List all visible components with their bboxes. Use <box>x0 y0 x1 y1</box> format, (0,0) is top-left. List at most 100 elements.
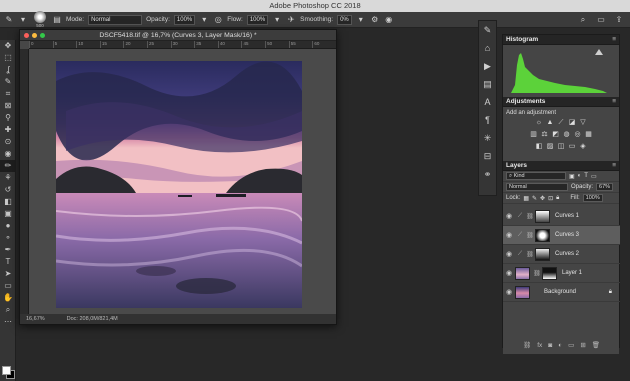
visibility-eye-icon[interactable]: ◉ <box>503 288 515 296</box>
tool-presets-icon[interactable]: ✳ <box>479 129 496 147</box>
threshold-icon[interactable]: ◫ <box>557 142 566 151</box>
blur-tool-icon[interactable]: ● <box>0 220 16 232</box>
layer-row[interactable]: ◉ ⟋ ⛓ Curves 3 <box>503 226 620 245</box>
vibrance-icon[interactable]: ▽ <box>579 118 588 127</box>
chain-link-icon[interactable]: ⛓ <box>525 232 535 239</box>
zoom-level[interactable]: 16,67% <box>26 314 45 324</box>
delete-layer-icon[interactable]: 🗑︎ <box>592 341 600 351</box>
add-mask-icon[interactable]: ◙ <box>548 341 552 351</box>
chevron-down-icon[interactable]: ▾ <box>18 15 28 25</box>
layer-thumbnail[interactable] <box>515 285 530 299</box>
actions-panel-icon[interactable]: ▶ <box>479 57 496 75</box>
new-adjustment-icon[interactable]: ◐ <box>558 341 562 351</box>
chain-link-icon[interactable]: ⛓ <box>525 213 535 220</box>
exposure-icon[interactable]: ◪ <box>568 118 577 127</box>
character-panel-icon[interactable]: A <box>479 93 496 111</box>
panel-menu-icon[interactable]: ≡ <box>612 35 616 45</box>
visibility-eye-icon[interactable]: ◉ <box>503 250 515 258</box>
visibility-eye-icon[interactable]: ◉ <box>503 269 515 277</box>
posterize-icon[interactable]: ▨ <box>546 142 555 151</box>
paths-panel-icon[interactable]: ⚭ <box>479 165 496 183</box>
layer-mask-thumbnail[interactable] <box>535 228 550 242</box>
layer-row[interactable]: ◉ ⟋ ⛓ Curves 2 <box>503 245 620 264</box>
marquee-tool-icon[interactable]: ⬚ <box>0 52 16 64</box>
photo-filter-icon[interactable]: ◍ <box>562 130 571 139</box>
lock-position-icon[interactable]: ✥ <box>540 195 545 202</box>
history-panel-icon[interactable]: ⌂ <box>479 39 496 57</box>
brush-tool-icon[interactable]: ✏ <box>0 160 16 172</box>
new-group-icon[interactable]: ▭ <box>568 341 574 351</box>
gear-icon[interactable]: ⚙ <box>370 15 380 25</box>
frame-tool-icon[interactable]: ⊠ <box>0 100 16 112</box>
canvas-area[interactable] <box>29 49 336 314</box>
histogram-tab[interactable]: Histogram ≡ <box>503 35 619 45</box>
clone-stamp-tool-icon[interactable]: ⚘ <box>0 172 16 184</box>
minimize-button[interactable] <box>32 33 37 38</box>
lasso-tool-icon[interactable]: ʆ <box>0 64 16 76</box>
layer-style-icon[interactable]: fx <box>537 341 542 351</box>
zoom-button[interactable] <box>40 33 45 38</box>
filter-adjustment-icon[interactable]: ◐ <box>578 173 582 179</box>
paragraph-panel-icon[interactable]: ¶ <box>479 111 496 129</box>
gradient-map-icon[interactable]: ▭ <box>568 142 577 151</box>
search-icon[interactable]: ⌕ <box>578 15 588 25</box>
eyedropper-tool-icon[interactable]: ⚲ <box>0 112 16 124</box>
pen-tool-icon[interactable]: ✒ <box>0 244 16 256</box>
filter-type-icon[interactable]: T <box>584 173 588 179</box>
workspace-icon[interactable]: ▭ <box>596 15 606 25</box>
channels-panel-icon[interactable]: ⊟ <box>479 147 496 165</box>
history-brush-tool-icon[interactable]: ↺ <box>0 184 16 196</box>
layer-mask-thumbnail[interactable] <box>535 209 550 223</box>
mode-select[interactable]: Normal <box>88 14 143 25</box>
quick-select-tool-icon[interactable]: ✎ <box>0 76 16 88</box>
layer-mask-thumbnail[interactable] <box>542 266 557 280</box>
selective-color-icon[interactable]: ◈ <box>579 142 588 151</box>
opacity-field[interactable]: 100% <box>173 14 196 25</box>
smoothing-field[interactable]: 0% <box>337 14 352 25</box>
shape-tool-icon[interactable]: ▭ <box>0 280 16 292</box>
layer-opacity-field[interactable]: 67% <box>596 183 614 191</box>
channel-mixer-icon[interactable]: ◎ <box>573 130 582 139</box>
brush-panel-icon[interactable]: ✎ <box>479 21 496 39</box>
type-tool-icon[interactable]: T <box>0 256 16 268</box>
airbrush-icon[interactable]: ✈ <box>286 15 296 25</box>
link-layers-icon[interactable]: ⛓ <box>523 341 531 351</box>
lock-artboard-icon[interactable]: ⊡ <box>548 195 553 202</box>
visibility-eye-icon[interactable]: ◉ <box>503 212 515 220</box>
crop-tool-icon[interactable]: ⌗ <box>0 88 16 100</box>
filter-pixel-icon[interactable]: ▣ <box>569 173 575 180</box>
eraser-tool-icon[interactable]: ◧ <box>0 196 16 208</box>
patch-tool-icon[interactable]: ⊙ <box>0 136 16 148</box>
layer-row[interactable]: ◉ Background 🔒︎ <box>503 283 620 302</box>
document-tab[interactable]: DSCF5418.tif @ 16,7% (Curves 3, Layer Ma… <box>20 30 336 41</box>
black-white-icon[interactable]: ◩ <box>551 130 560 139</box>
share-icon[interactable]: ⇪ <box>614 15 624 25</box>
dodge-tool-icon[interactable]: ⚬ <box>0 232 16 244</box>
panel-menu-icon[interactable]: ≡ <box>612 97 616 107</box>
layer-row[interactable]: ◉ ⛓ Layer 1 <box>503 264 620 283</box>
healing-tool-icon[interactable]: ✚ <box>0 124 16 136</box>
brush-tool-icon[interactable]: ✎ <box>4 15 14 25</box>
color-balance-icon[interactable]: ⚖ <box>540 130 549 139</box>
chain-link-icon[interactable]: ⛓ <box>532 270 542 277</box>
chevron-down-icon[interactable]: ▾ <box>356 15 366 25</box>
close-button[interactable] <box>24 33 29 38</box>
more-tools-icon[interactable]: ⋯ <box>0 316 16 328</box>
path-select-tool-icon[interactable]: ➤ <box>0 268 16 280</box>
invert-icon[interactable]: ◧ <box>535 142 544 151</box>
pressure-opacity-icon[interactable]: ◎ <box>213 15 223 25</box>
red-eye-tool-icon[interactable]: ◉ <box>0 148 16 160</box>
adjustments-tab[interactable]: Adjustments ≡ <box>503 97 619 107</box>
color-lookup-icon[interactable]: ▦ <box>584 130 593 139</box>
brightness-contrast-icon[interactable]: ☼ <box>535 118 544 127</box>
layers-tab[interactable]: Layers ≡ <box>503 161 619 171</box>
lock-image-icon[interactable]: ✎ <box>532 195 537 202</box>
lock-all-icon[interactable]: 🔒︎ <box>556 195 559 202</box>
hand-tool-icon[interactable]: ✋ <box>0 292 16 304</box>
brush-settings-icon[interactable]: ▤ <box>52 15 62 25</box>
properties-panel-icon[interactable]: ▤ <box>479 75 496 93</box>
fill-field[interactable]: 100% <box>582 194 603 202</box>
chain-link-icon[interactable]: ⛓ <box>525 251 535 258</box>
gradient-tool-icon[interactable]: ▣ <box>0 208 16 220</box>
pressure-size-icon[interactable]: ◉ <box>384 15 394 25</box>
